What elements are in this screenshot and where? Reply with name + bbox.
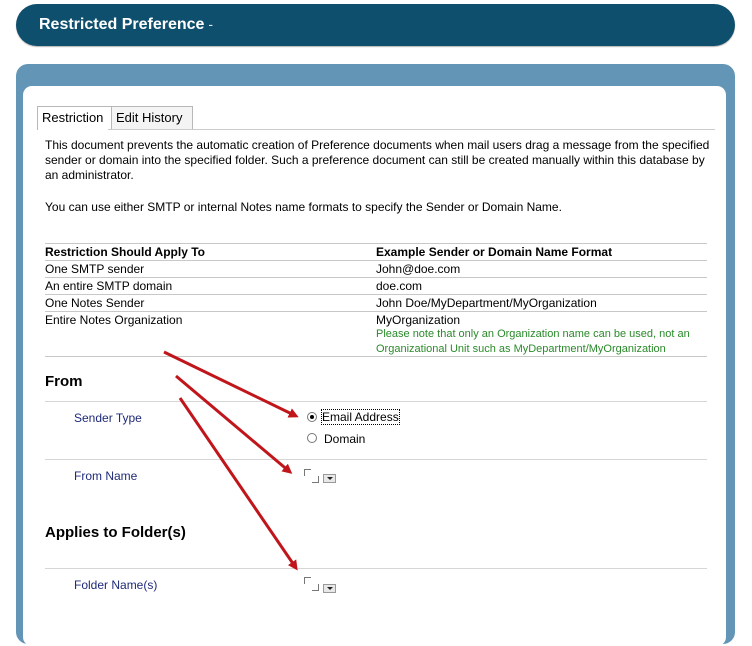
- table-rule: [45, 260, 707, 261]
- title-suffix: -: [208, 16, 214, 32]
- from-name-field-end[interactable]: [312, 476, 319, 483]
- organization-note: Please note that only an Organization na…: [376, 328, 690, 355]
- intro-paragraph-formats: You can use either SMTP or internal Note…: [45, 200, 562, 214]
- table-cell: doe.com: [376, 279, 423, 293]
- from-name-dropdown-button[interactable]: [323, 474, 336, 483]
- sender-type-email-label[interactable]: Email Address: [321, 409, 400, 425]
- tab-restriction[interactable]: Restriction: [37, 106, 113, 130]
- row-rule: [45, 401, 707, 402]
- row-rule: [45, 459, 707, 460]
- folder-name-field-end[interactable]: [312, 584, 319, 591]
- table-cell: One SMTP sender: [45, 262, 145, 276]
- sender-type-domain-label[interactable]: Domain: [324, 432, 365, 446]
- tab-edit-history[interactable]: Edit History: [111, 106, 193, 129]
- from-name-label: From Name: [74, 469, 138, 483]
- table-cell: An entire SMTP domain: [45, 279, 173, 293]
- folder-name-field-start[interactable]: [304, 577, 311, 584]
- from-name-field-start[interactable]: [304, 469, 311, 476]
- row-rule: [45, 568, 707, 569]
- table-rule: [45, 277, 707, 278]
- folder-section-title: Applies to Folder(s): [45, 524, 186, 541]
- from-section-title: From: [45, 373, 83, 390]
- folder-name-label: Folder Name(s): [74, 578, 158, 592]
- table-rule-bottom: [45, 356, 707, 357]
- page-title: Restricted Preference -: [39, 16, 214, 33]
- sender-type-label: Sender Type: [74, 411, 142, 425]
- title-bar: Restricted Preference -: [16, 4, 735, 46]
- sender-type-domain-radio[interactable]: [307, 433, 317, 443]
- table-cell: John Doe/MyDepartment/MyOrganization: [376, 296, 597, 310]
- table-cell: One Notes Sender: [45, 296, 145, 310]
- table-header-applies-to: Restriction Should Apply To: [45, 245, 205, 259]
- folder-name-dropdown-button[interactable]: [323, 584, 336, 593]
- table-cell: John@doe.com: [376, 262, 461, 276]
- table-cell: Entire Notes Organization: [45, 313, 183, 327]
- table-rule: [45, 311, 707, 312]
- table-rule-top: [45, 243, 707, 244]
- table-header-example-format: Example Sender or Domain Name Format: [376, 245, 613, 259]
- intro-paragraph: This document prevents the automatic cre…: [45, 138, 710, 182]
- table-rule: [45, 294, 707, 295]
- tab-underline: [108, 129, 715, 130]
- sender-type-email-radio[interactable]: [307, 412, 317, 422]
- table-cell: MyOrganization: [376, 313, 461, 327]
